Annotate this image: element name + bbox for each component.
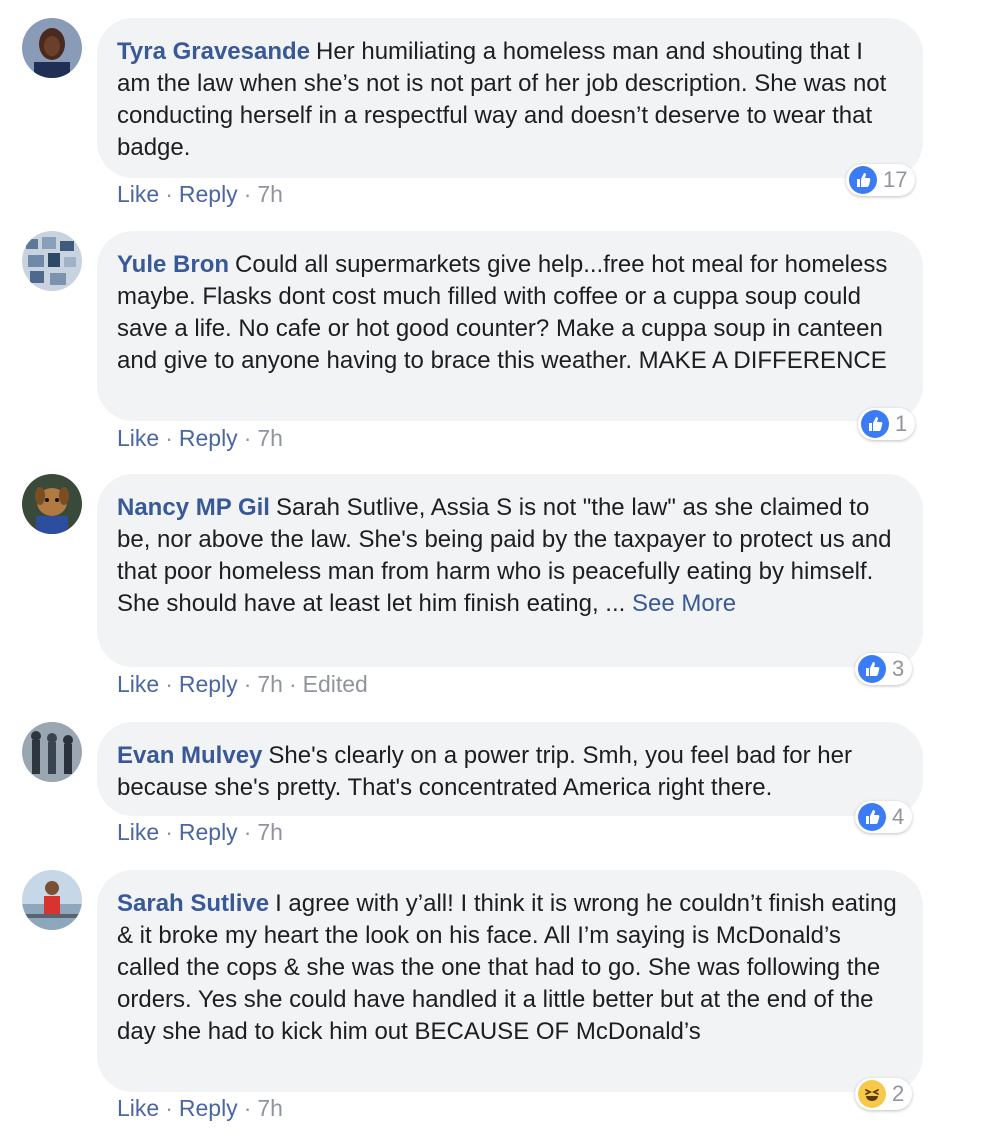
reply-link[interactable]: Reply: [179, 671, 238, 697]
comment-text: Could all supermarkets give help...free …: [117, 251, 888, 374]
avatar[interactable]: [22, 18, 82, 78]
comment-actions: Like · Reply · 7h: [117, 425, 283, 451]
like-link[interactable]: Like: [117, 181, 159, 207]
haha-icon: [858, 1080, 886, 1108]
see-more-link[interactable]: See More: [632, 590, 736, 617]
thumbs-up-icon: [861, 410, 889, 438]
reaction-count-badge[interactable]: 4: [855, 801, 913, 833]
comment-time[interactable]: 7h: [257, 1095, 283, 1121]
comment-bubble: Tyra Gravesande Her humiliating a homeles…: [97, 18, 923, 178]
like-link[interactable]: Like: [117, 425, 159, 451]
avatar[interactable]: [22, 474, 82, 534]
comment-bubble: Sarah Sutlive I agree with y’all! I think…: [97, 870, 923, 1092]
reaction-count-badge[interactable]: 2: [855, 1078, 913, 1110]
comment-author[interactable]: Yule Bron: [117, 251, 229, 278]
thumbs-up-icon: [858, 803, 886, 831]
reply-link[interactable]: Reply: [179, 181, 238, 207]
comment-author[interactable]: Evan Mulvey: [117, 742, 262, 769]
reaction-count: 4: [892, 804, 905, 829]
comment-actions: Like · Reply · 7h: [117, 819, 283, 845]
like-link[interactable]: Like: [117, 819, 159, 845]
avatar[interactable]: [22, 870, 82, 930]
comment-time[interactable]: 7h: [257, 671, 283, 697]
like-link[interactable]: Like: [117, 671, 159, 697]
comment-bubble: Nancy MP Gil Sarah Sutlive, Assia S is no…: [97, 474, 923, 667]
reaction-count: 17: [883, 167, 908, 192]
comment-time[interactable]: 7h: [257, 425, 283, 451]
comment-author[interactable]: Nancy MP Gil: [117, 494, 270, 521]
comment-actions: Like · Reply · 7h · Edited: [117, 671, 368, 697]
comment-time[interactable]: 7h: [257, 819, 283, 845]
reply-link[interactable]: Reply: [179, 425, 238, 451]
like-link[interactable]: Like: [117, 1095, 159, 1121]
avatar[interactable]: [22, 231, 82, 291]
thumbs-up-icon: [849, 166, 877, 194]
edited-label[interactable]: Edited: [303, 671, 368, 697]
thumbs-up-icon: [858, 655, 886, 683]
reaction-count: 2: [892, 1081, 905, 1106]
comment-author[interactable]: Sarah Sutlive: [117, 890, 269, 917]
reply-link[interactable]: Reply: [179, 819, 238, 845]
comment-bubble: Yule Bron Could all supermarkets give hel…: [97, 231, 923, 421]
reaction-count: 1: [895, 411, 908, 436]
comment-time[interactable]: 7h: [257, 181, 283, 207]
reaction-count: 3: [892, 656, 905, 681]
comment-bubble: Evan Mulvey She's clearly on a power trip…: [97, 722, 923, 816]
comment-author[interactable]: Tyra Gravesande: [117, 38, 310, 65]
reaction-count-badge[interactable]: 3: [855, 653, 913, 685]
reply-link[interactable]: Reply: [179, 1095, 238, 1121]
comment-actions: Like · Reply · 7h: [117, 181, 283, 207]
reaction-count-badge[interactable]: 1: [858, 408, 916, 440]
reaction-count-badge[interactable]: 17: [846, 164, 916, 196]
avatar[interactable]: [22, 722, 82, 782]
comment-actions: Like · Reply · 7h: [117, 1095, 283, 1121]
